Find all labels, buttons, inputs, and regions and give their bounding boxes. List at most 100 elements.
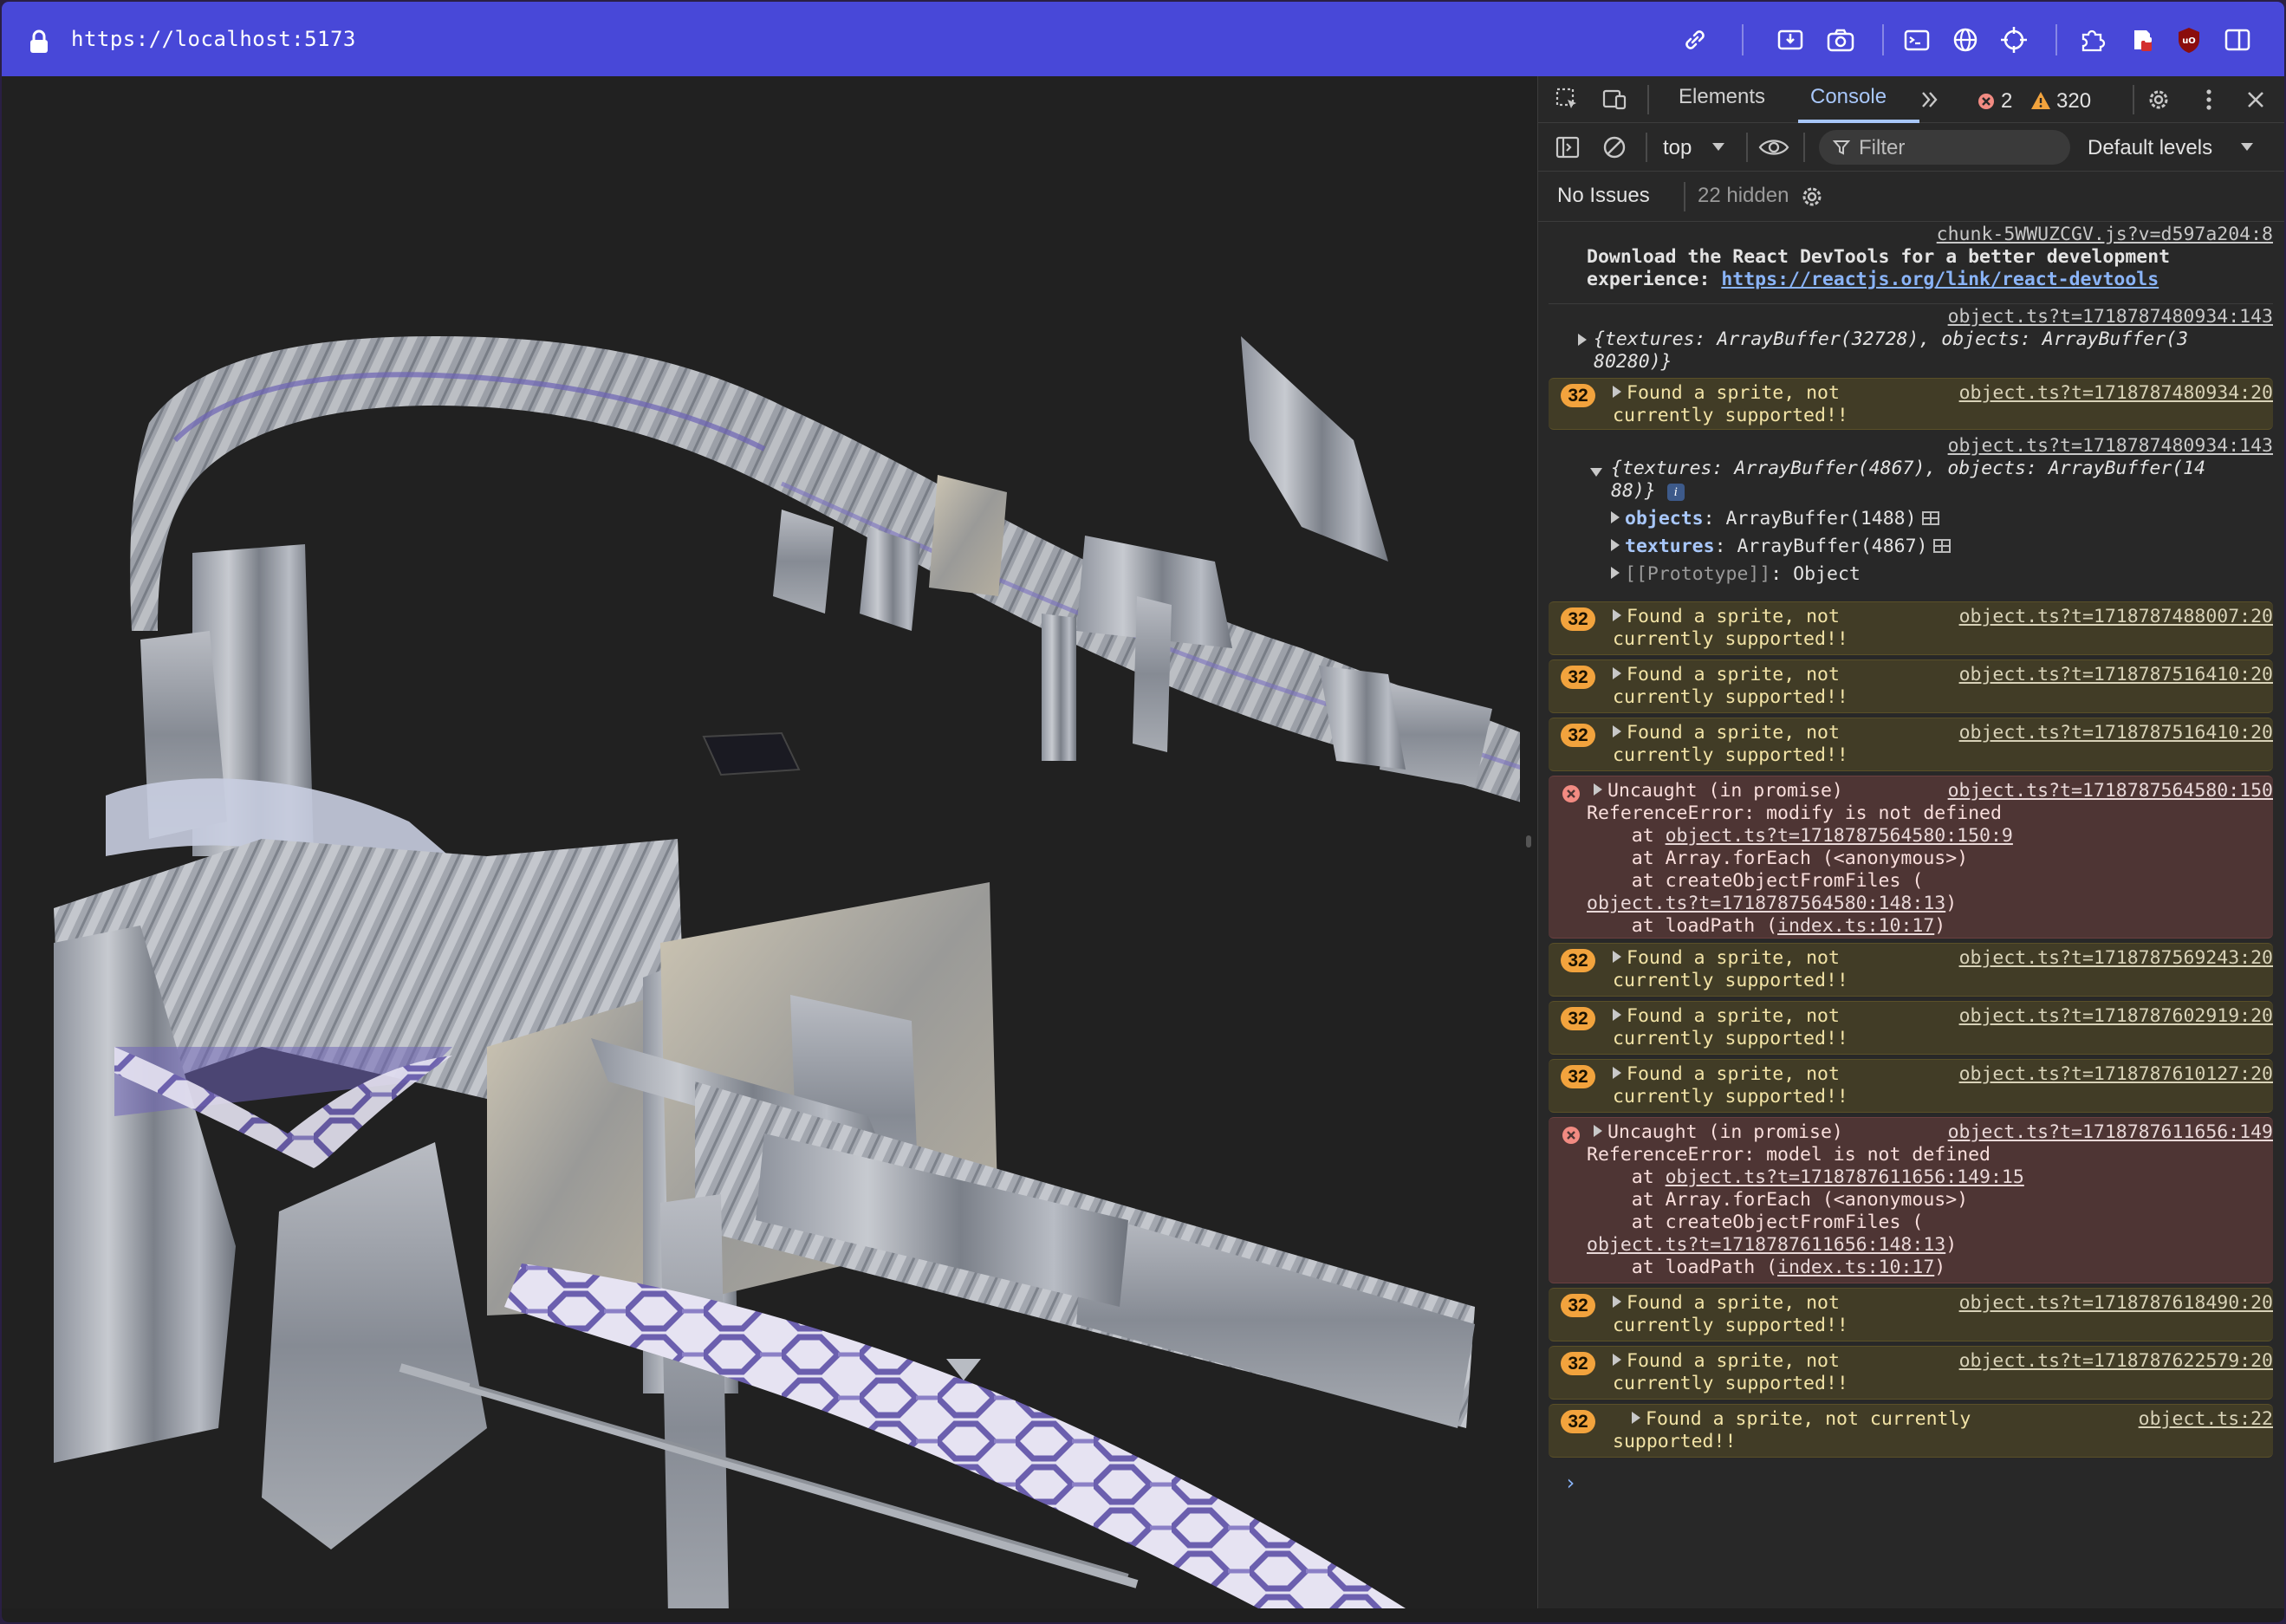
console-warning-message: 32 Found a sprite, not object.ts?t=17187…: [1549, 718, 2273, 771]
settings-gear-icon[interactable]: [2145, 86, 2172, 114]
terminal-icon[interactable]: [1901, 24, 1932, 55]
tab-elements[interactable]: Elements: [1679, 85, 1765, 109]
expand-triangle-icon[interactable]: [1632, 1412, 1640, 1424]
source-link[interactable]: object.ts?t=1718787480934:143: [1948, 306, 2273, 329]
source-link[interactable]: object.ts?t=1718787480934:20: [1959, 382, 2273, 406]
expand-triangle-icon[interactable]: [1613, 1296, 1621, 1308]
expand-triangle-icon[interactable]: [1613, 667, 1621, 679]
live-expression-eye-icon[interactable]: [1758, 133, 1789, 161]
source-link[interactable]: object.ts?t=1718787618490:20: [1959, 1292, 2273, 1315]
source-link[interactable]: object.ts:22: [2139, 1408, 2273, 1432]
more-options-kebab-icon[interactable]: [2195, 86, 2223, 114]
stack-frame-link[interactable]: object.ts?t=1718787611656:149:15: [1666, 1166, 2024, 1188]
show-sidebar-icon[interactable]: [1554, 133, 1581, 161]
object-preview-line[interactable]: {textures: ArrayBuffer(4867), objects: A…: [1611, 458, 2205, 481]
sidebar-toggle-icon[interactable]: [2222, 24, 2253, 55]
shield-extension-icon[interactable]: [2127, 24, 2158, 55]
source-link[interactable]: object.ts?t=1718787564580:150: [1948, 780, 2273, 803]
source-link[interactable]: object.ts?t=1718787602919:20: [1959, 1005, 2273, 1029]
source-link[interactable]: object.ts?t=1718787622579:20: [1959, 1350, 2273, 1374]
source-link[interactable]: object.ts?t=1718787611656:149: [1948, 1121, 2273, 1145]
console-prompt[interactable]: ›: [1564, 1471, 1576, 1495]
object-property[interactable]: textures: ArrayBuffer(4867): [1611, 536, 1951, 559]
property-key: textures: [1625, 536, 1715, 557]
devtools-panel: Elements Console 2 320 top Filter Defaul…: [1537, 76, 2284, 1608]
expand-triangle-icon[interactable]: [1613, 386, 1621, 398]
repeat-count-badge: 32: [1561, 1065, 1595, 1088]
lock-icon[interactable]: [28, 29, 50, 55]
expand-triangle-icon[interactable]: [1613, 609, 1621, 621]
context-selector[interactable]: top: [1663, 133, 1732, 161]
stack-frame-link[interactable]: object.ts?t=1718787611656:148:13: [1587, 1234, 1945, 1256]
link-icon[interactable]: [1679, 24, 1711, 55]
source-link[interactable]: object.ts?t=1718787610127:20: [1959, 1063, 2273, 1087]
no-issues-label[interactable]: No Issues: [1557, 184, 1650, 208]
react-devtools-link[interactable]: https://reactjs.org/link/react-devtools: [1721, 269, 2159, 290]
source-link[interactable]: object.ts?t=1718787480934:143: [1948, 435, 2273, 458]
log-levels-dropdown[interactable]: Default levels: [2088, 133, 2261, 161]
console-error-message: Uncaught (in promise) object.ts?t=171878…: [1549, 776, 2273, 939]
source-link[interactable]: object.ts?t=1718787488007:20: [1959, 606, 2273, 629]
divider: [1684, 182, 1685, 211]
collapse-triangle-icon[interactable]: [1590, 468, 1602, 477]
ublock-icon[interactable]: uO: [2173, 24, 2205, 55]
table-view-icon[interactable]: [1921, 511, 1939, 525]
warning-text: Found a sprite, not: [1627, 664, 1840, 685]
resize-grip[interactable]: [1526, 835, 1531, 848]
expand-triangle-icon[interactable]: [1611, 567, 1620, 579]
table-view-icon[interactable]: [1932, 539, 1951, 553]
expand-triangle-icon[interactable]: [1613, 1067, 1621, 1079]
console-settings-gear-icon[interactable]: [1798, 183, 1826, 211]
console-warning-message: 32 Found a sprite, not object.ts?t=17187…: [1549, 943, 2273, 997]
issues-bar: No Issues 22 hidden: [1538, 172, 2284, 222]
stack-frame-text: at: [1587, 825, 1666, 847]
stack-frame: at Array.forEach (<anonymous>): [1587, 848, 1969, 869]
close-devtools-icon[interactable]: [2242, 86, 2270, 114]
address-bar-url[interactable]: https://localhost:5173: [71, 27, 356, 51]
property-key: objects: [1625, 508, 1704, 529]
extensions-puzzle-icon[interactable]: [2076, 24, 2107, 55]
device-toolbar-icon[interactable]: [1601, 86, 1628, 114]
stack-frame-link[interactable]: index.ts:10:17: [1777, 915, 1934, 937]
source-link[interactable]: object.ts?t=1718787516410:20: [1959, 664, 2273, 687]
stack-frame-link[interactable]: object.ts?t=1718787564580:148:13: [1587, 893, 1945, 914]
webgl-canvas[interactable]: [2, 76, 1537, 1608]
object-preview[interactable]: {textures: ArrayBuffer(32728), objects: …: [1578, 328, 2188, 352]
clear-console-icon[interactable]: [1601, 133, 1628, 161]
stack-frame-link[interactable]: index.ts:10:17: [1777, 1257, 1934, 1278]
expand-triangle-icon[interactable]: [1594, 1125, 1602, 1137]
expand-triangle-icon[interactable]: [1613, 725, 1621, 737]
error-message: ReferenceError: model is not defined: [1587, 1144, 1991, 1166]
tab-console[interactable]: Console: [1810, 85, 1887, 109]
error-count-icon: [1978, 94, 1994, 109]
screenshot-camera-icon[interactable]: [1825, 24, 1856, 55]
stack-frame-link[interactable]: object.ts?t=1718787564580:150:9: [1666, 825, 2013, 847]
source-link[interactable]: object.ts?t=1718787569243:20: [1959, 947, 2273, 971]
filter-input[interactable]: Filter: [1819, 130, 2070, 165]
globe-icon[interactable]: [1950, 24, 1981, 55]
error-count: 2: [2001, 89, 2013, 113]
source-link[interactable]: chunk-5WWUZCGV.js?v=d597a204:8: [1937, 224, 2273, 247]
warning-text: Found a sprite, not currently: [1646, 1408, 1971, 1430]
more-tabs-chevron-icon[interactable]: [1916, 86, 1944, 114]
expand-triangle-icon[interactable]: [1594, 783, 1602, 796]
expand-triangle-icon[interactable]: [1613, 1009, 1621, 1021]
repeat-count-badge: 32: [1561, 1410, 1595, 1433]
object-property[interactable]: objects: ArrayBuffer(1488): [1611, 508, 1939, 531]
object-property[interactable]: [[Prototype]]: Object: [1611, 563, 1861, 587]
install-app-icon[interactable]: [1775, 24, 1806, 55]
object-preview-line: 88)}: [1611, 480, 1656, 502]
crosshair-icon[interactable]: [1998, 24, 2029, 55]
expand-triangle-icon[interactable]: [1611, 539, 1620, 551]
stack-frame: at createObjectFromFiles (: [1587, 870, 1924, 892]
divider: [1803, 133, 1805, 162]
source-link[interactable]: object.ts?t=1718787516410:20: [1959, 722, 2273, 745]
expand-triangle-icon[interactable]: [1578, 334, 1587, 346]
expand-triangle-icon[interactable]: [1613, 951, 1621, 963]
inspect-element-icon[interactable]: [1554, 86, 1581, 114]
issue-counters[interactable]: 2 320: [1977, 88, 2115, 114]
divider: [2133, 85, 2134, 114]
expand-triangle-icon[interactable]: [1613, 1354, 1621, 1366]
expand-triangle-icon[interactable]: [1611, 511, 1620, 523]
info-icon[interactable]: i: [1666, 484, 1685, 501]
